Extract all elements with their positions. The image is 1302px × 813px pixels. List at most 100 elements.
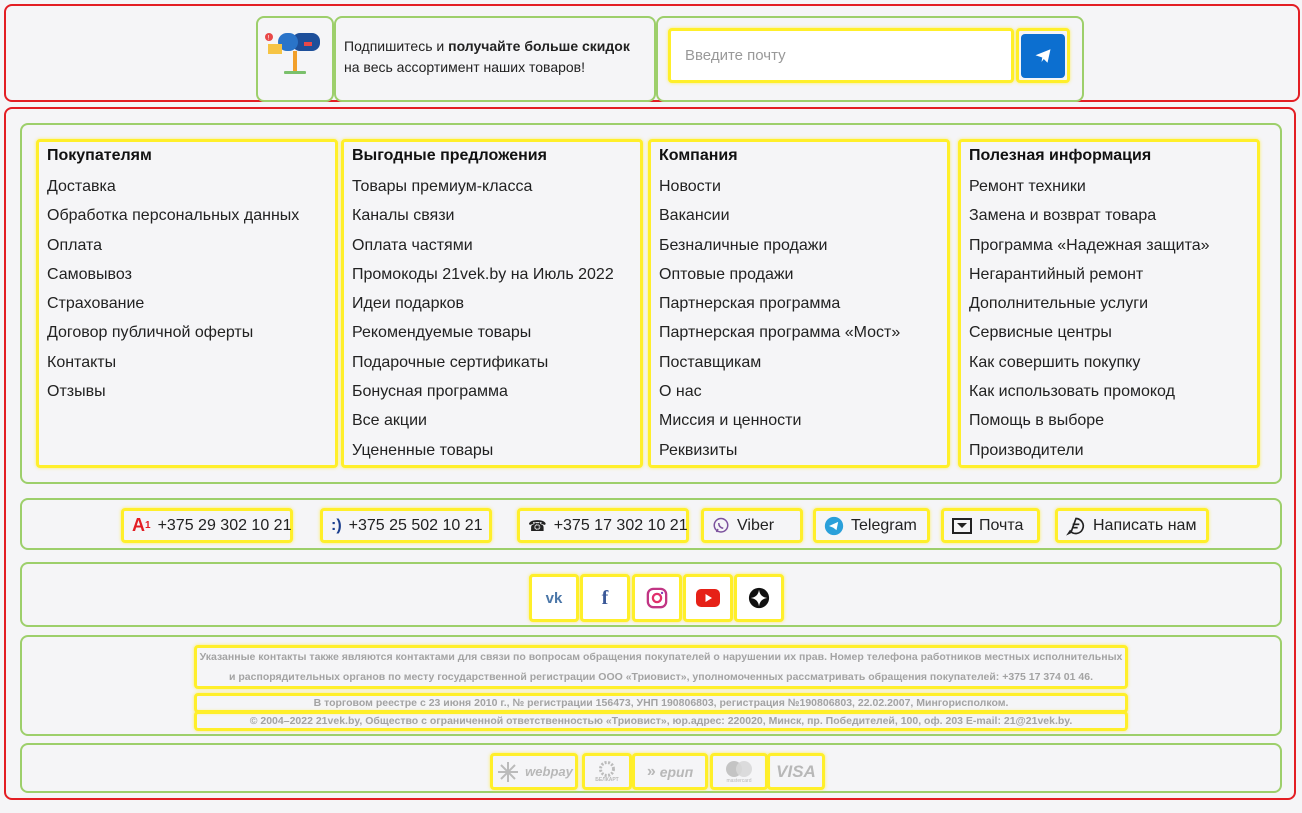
erip-chevrons-icon: »: [646, 762, 656, 780]
contact-mail[interactable]: Почта: [941, 508, 1040, 543]
legal-line: и распорядительных органов по месту госу…: [229, 671, 1093, 683]
subscribe-text-suffix: на весь ассортимент наших товаров!: [344, 59, 586, 75]
footer-link[interactable]: Бонусная программа: [352, 383, 632, 412]
column-title: Выгодные предложения: [352, 147, 547, 164]
send-button-bg[interactable]: [1021, 33, 1065, 78]
contact-write-us[interactable]: Написать нам: [1055, 508, 1209, 543]
email-placeholder: Введите почту: [685, 47, 786, 64]
footer-link[interactable]: Контакты: [47, 354, 327, 383]
footer-link[interactable]: Оптовые продажи: [659, 266, 939, 295]
legal-line: Указанные контакты также являются контак…: [199, 651, 1123, 663]
subscribe-form: Введите почту: [656, 16, 1084, 102]
visa-text: VISA: [776, 761, 816, 781]
chat-icon: [1066, 517, 1085, 536]
footer-link[interactable]: Безналичные продажи: [659, 237, 939, 266]
visa-logo: VISA: [767, 753, 825, 790]
footer-link[interactable]: Рекомендуемые товары: [352, 324, 632, 353]
footer-link[interactable]: Как использовать промокод: [969, 383, 1249, 412]
subscribe-send-button[interactable]: [1016, 28, 1070, 83]
footer-link[interactable]: Миссия и ценности: [659, 412, 939, 441]
belkart-logo: БЕЛКАРТ: [582, 753, 632, 790]
legal-section: Указанные контакты также являются контак…: [20, 635, 1282, 736]
footer-link[interactable]: Поставщикам: [659, 354, 939, 383]
registry-text: В торговом реестре с 23 июня 2010 г., № …: [313, 697, 1009, 709]
social-vk[interactable]: vk: [529, 574, 579, 622]
erip-text: ерип: [659, 763, 694, 780]
telegram-icon: [824, 516, 844, 535]
contact-landline[interactable]: ☎ +375 17 302 10 21: [517, 508, 689, 543]
contact-label: +375 29 302 10 21: [157, 516, 292, 534]
email-input[interactable]: Введите почту: [668, 28, 1014, 83]
social-row: vk f: [20, 562, 1282, 627]
footer-main: Покупателям Доставка Обработка персональ…: [4, 107, 1296, 800]
subscribe-section: ! Подпишитесь и получайте больше скидок …: [4, 4, 1300, 102]
mastercard-text: mastercard: [726, 777, 752, 784]
footer-link[interactable]: Помощь в выборе: [969, 412, 1249, 441]
footer-link[interactable]: Каналы связи: [352, 207, 632, 236]
footer-link[interactable]: Новости: [659, 178, 939, 207]
legal-registry: В торговом реестре с 23 июня 2010 г., № …: [194, 693, 1128, 713]
footer-link[interactable]: О нас: [659, 383, 939, 412]
footer-link[interactable]: Оплата частями: [352, 237, 632, 266]
footer-link[interactable]: Дополнительные услуги: [969, 295, 1249, 324]
column-buyers: Покупателям Доставка Обработка персональ…: [36, 139, 338, 468]
footer-link[interactable]: Партнерская программа «Мост»: [659, 324, 939, 353]
footer-link[interactable]: Уцененные товары: [352, 442, 632, 471]
legal-copyright: © 2004–2022 21vek.by, Общество с огранич…: [194, 711, 1128, 731]
social-youtube[interactable]: [683, 574, 733, 622]
footer-link[interactable]: Замена и возврат товара: [969, 207, 1249, 236]
footer-link[interactable]: Договор публичной оферты: [47, 324, 327, 353]
contact-life[interactable]: :) +375 25 502 10 21: [320, 508, 492, 543]
footer-link[interactable]: Все акции: [352, 412, 632, 441]
mastercard-circles-icon: [726, 760, 752, 777]
footer-link[interactable]: Оплата: [47, 237, 327, 266]
footer-link[interactable]: Доставка: [47, 178, 327, 207]
phone-icon: ☎: [528, 517, 547, 535]
contact-a1[interactable]: A1 +375 29 302 10 21: [121, 508, 293, 543]
footer-link[interactable]: Обработка персональных данных: [47, 207, 327, 236]
facebook-icon: f: [601, 586, 609, 609]
footer-link[interactable]: Вакансии: [659, 207, 939, 236]
contact-label: Почта: [979, 516, 1024, 534]
contact-telegram[interactable]: Telegram: [813, 508, 930, 543]
footer-link[interactable]: Ремонт техники: [969, 178, 1249, 207]
footer-link[interactable]: Товары премиум-класса: [352, 178, 632, 207]
subscribe-text-bold: получайте больше скидок: [448, 38, 630, 54]
vk-icon: vk: [545, 589, 563, 607]
footer-link[interactable]: Самовывоз: [47, 266, 327, 295]
social-facebook[interactable]: f: [580, 574, 630, 622]
social-zen[interactable]: [734, 574, 784, 622]
footer-link[interactable]: Производители: [969, 442, 1249, 471]
subscribe-image-cell: !: [256, 16, 334, 102]
contact-label: Viber: [737, 516, 775, 534]
copyright-text: © 2004–2022 21vek.by, Общество с огранич…: [249, 715, 1073, 727]
subscribe-text-cell: Подпишитесь и получайте больше скидок на…: [334, 16, 656, 102]
footer-link[interactable]: Как совершить покупку: [969, 354, 1249, 383]
instagram-icon: [646, 587, 668, 609]
column-useful-info: Полезная информация Ремонт техники Замен…: [958, 139, 1260, 468]
contact-label: Telegram: [851, 516, 917, 534]
contact-viber[interactable]: Viber: [701, 508, 803, 543]
column-company: Компания Новости Вакансии Безналичные пр…: [648, 139, 950, 468]
erip-logo: » ерип: [632, 753, 708, 790]
footer-link[interactable]: Программа «Надежная защита»: [969, 237, 1249, 266]
footer-link[interactable]: Реквизиты: [659, 442, 939, 471]
webpay-logo: webpay: [490, 753, 578, 790]
footer-link[interactable]: Страхование: [47, 295, 327, 324]
contact-label: +375 17 302 10 21: [553, 516, 688, 534]
zen-icon: [748, 587, 770, 609]
mailbox-icon: !: [265, 33, 320, 74]
footer-link[interactable]: Сервисные центры: [969, 324, 1249, 353]
legal-contacts-note: Указанные контакты также являются контак…: [194, 645, 1128, 689]
footer-link[interactable]: Негарантийный ремонт: [969, 266, 1249, 295]
contact-label: +375 25 502 10 21: [348, 516, 483, 534]
column-title: Полезная информация: [969, 147, 1152, 164]
footer-link[interactable]: Подарочные сертификаты: [352, 354, 632, 383]
footer-link[interactable]: Промокоды 21vek.by на Июль 2022: [352, 266, 632, 295]
footer-link[interactable]: Идеи подарков: [352, 295, 632, 324]
social-instagram[interactable]: [632, 574, 682, 622]
belkart-text: БЕЛКАРТ: [595, 776, 619, 783]
footer-link[interactable]: Отзывы: [47, 383, 327, 412]
footer-link[interactable]: Партнерская программа: [659, 295, 939, 324]
webpay-text: webpay: [525, 764, 573, 779]
